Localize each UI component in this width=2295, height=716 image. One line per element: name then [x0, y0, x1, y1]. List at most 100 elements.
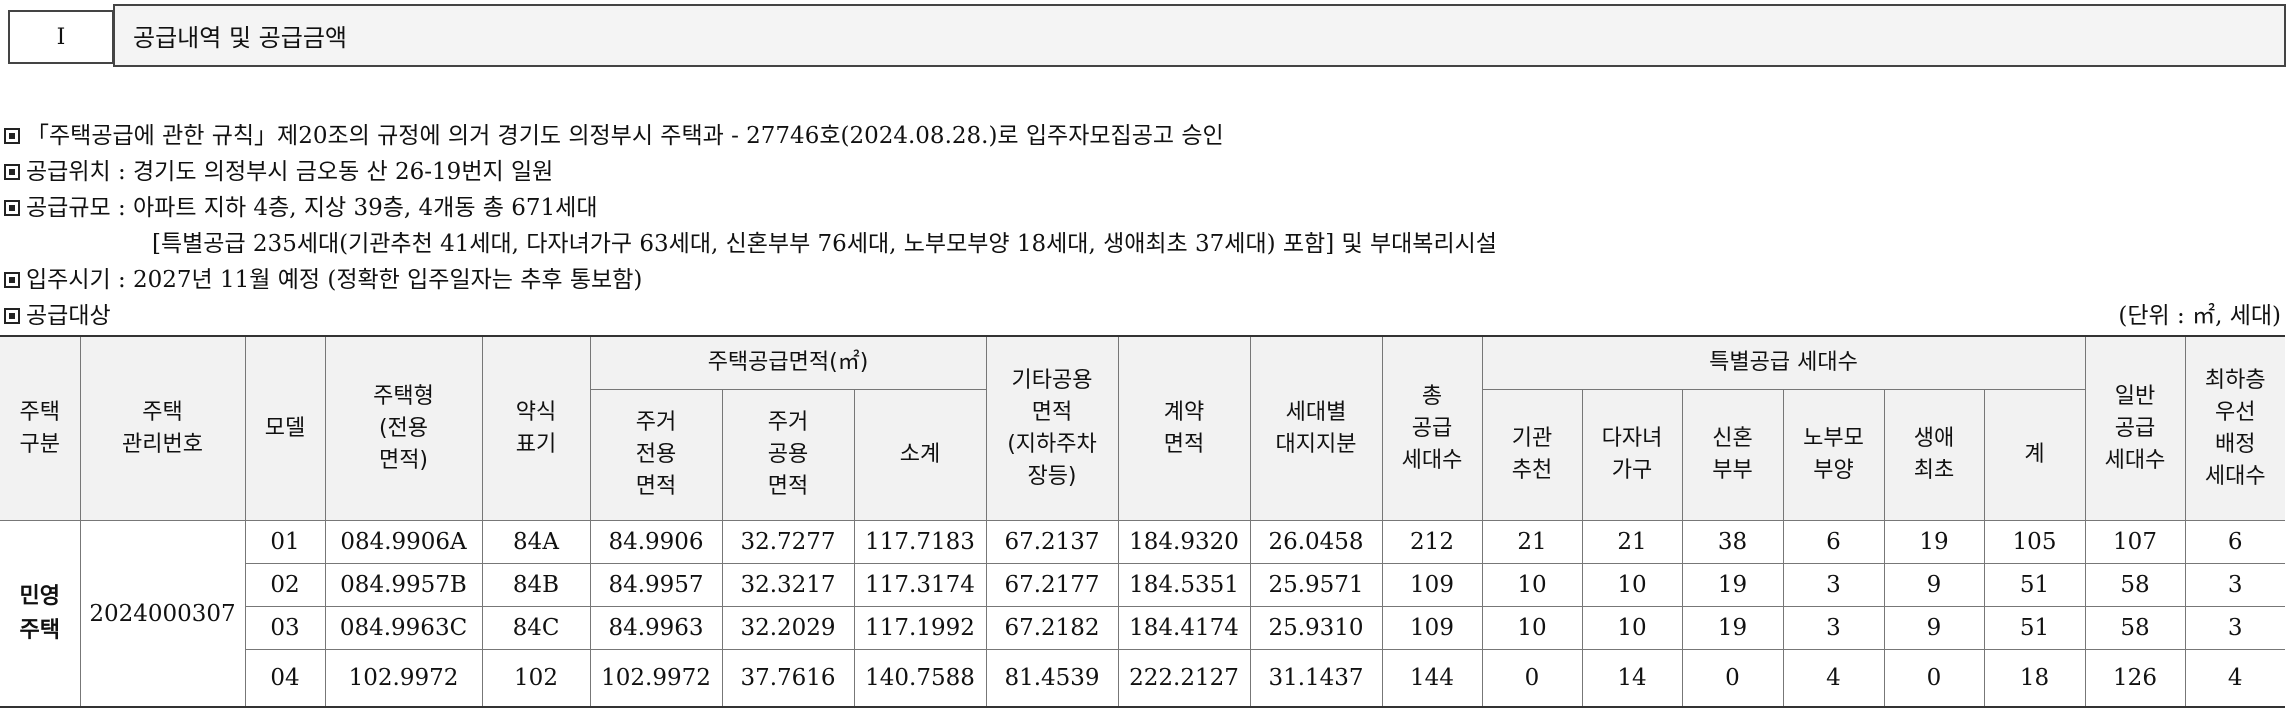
cell-general: 58: [2084, 563, 2186, 607]
cell-institution: 0: [1481, 649, 1583, 708]
cell-other-common: 81.4539: [985, 649, 1119, 708]
cell-model: 01: [244, 520, 326, 564]
cell-contract-area: 222.2127: [1117, 649, 1251, 708]
cell-common-area: 32.3217: [721, 563, 855, 607]
cell-newlywed: 38: [1681, 520, 1784, 564]
th-type: 주택 구분: [0, 335, 81, 521]
cell-special-total: 51: [1983, 606, 2086, 650]
info-line-scale: 공급규모 : 아파트 지하 4층, 지상 39층, 4개동 총 671세대: [0, 190, 2295, 226]
cell-housing-type: 084.9906A: [324, 520, 483, 564]
cell-land-share: 31.1437: [1249, 649, 1383, 708]
info-line-special-breakdown: [특별공급 235세대(기관추천 41세대, 다자녀가구 63세대, 신혼부부 …: [152, 231, 1497, 257]
cell-institution: 10: [1481, 606, 1583, 650]
mgmt-number-cell: 2024000307: [79, 520, 246, 708]
cell-land-share: 26.0458: [1249, 520, 1383, 564]
cell-total-units: 144: [1381, 649, 1483, 708]
square-bullet-icon: [4, 272, 20, 288]
cell-elderly: 6: [1782, 520, 1885, 564]
cell-newlywed: 19: [1681, 606, 1784, 650]
th-contract-area: 계약 면적: [1117, 335, 1251, 521]
th-multi-child: 다자녀 가구: [1581, 389, 1683, 521]
cell-excl-area: 84.9963: [589, 606, 723, 650]
unit-label: (단위 : ㎡, 세대): [2118, 303, 2281, 329]
cell-abbr: 84C: [481, 606, 591, 650]
cell-top-floor: 3: [2184, 606, 2285, 650]
cell-institution: 10: [1481, 563, 1583, 607]
cell-elderly: 3: [1782, 606, 1885, 650]
info-line-location: 공급위치 : 경기도 의정부시 금오동 산 26-19번지 일원: [0, 154, 2295, 190]
cell-top-floor: 4: [2184, 649, 2285, 708]
cell-subtotal: 140.7588: [853, 649, 987, 708]
table-row: 02 084.9957B 84B 84.9957 32.3217 117.3174 67.2…: [0, 563, 2285, 607]
table-row: 민영 주택 2024000307 01 084.9906A 84A 84.9906 32…: [0, 520, 2285, 708]
cell-subtotal: 117.7183: [853, 520, 987, 564]
square-bullet-icon: [4, 128, 20, 144]
cell-model: 04: [244, 649, 326, 708]
cell-total-units: 212: [1381, 520, 1483, 564]
cell-elderly: 3: [1782, 563, 1885, 607]
th-top-floor: 최하층 우선 배정 세대수: [2184, 335, 2285, 521]
cell-institution: 21: [1481, 520, 1583, 564]
th-model: 모델: [244, 335, 326, 521]
cell-multi-child: 10: [1581, 563, 1683, 607]
section-title: 공급내역 및 공급금액: [133, 24, 347, 52]
supply-table: 주택 구분 주택 관리번호 모델 주택형 (전용 면적) 약식 표기 주택공급면…: [0, 335, 2285, 708]
cell-other-common: 67.2182: [985, 606, 1119, 650]
cell-multi-child: 14: [1581, 649, 1683, 708]
cell-first-life: 0: [1883, 649, 1985, 708]
housing-category-cell: 민영 주택: [0, 520, 81, 708]
th-common-area: 주거 공용 면적: [721, 389, 855, 521]
info-line-target: 공급대상 (단위 : ㎡, 세대): [0, 298, 2295, 334]
cell-special-total: 105: [1983, 520, 2086, 564]
cell-common-area: 37.7616: [721, 649, 855, 708]
cell-excl-area: 102.9972: [589, 649, 723, 708]
cell-contract-area: 184.5351: [1117, 563, 1251, 607]
cell-abbr: 102: [481, 649, 591, 708]
cell-other-common: 67.2137: [985, 520, 1119, 564]
cell-multi-child: 21: [1581, 520, 1683, 564]
th-newlywed: 신혼 부부: [1681, 389, 1784, 521]
cell-subtotal: 117.3174: [853, 563, 987, 607]
th-special-total: 계: [1983, 389, 2086, 521]
cell-top-floor: 6: [2184, 520, 2285, 564]
th-other-common: 기타공용 면적 (지하주차 장등): [985, 335, 1119, 521]
cell-housing-type: 084.9957B: [324, 563, 483, 607]
cell-total-units: 109: [1381, 563, 1483, 607]
cell-excl-area: 84.9957: [589, 563, 723, 607]
square-bullet-icon: [4, 308, 20, 324]
cell-general: 126: [2084, 649, 2186, 708]
cell-other-common: 67.2177: [985, 563, 1119, 607]
th-excl-area: 주거 전용 면적: [589, 389, 723, 521]
cell-subtotal: 117.1992: [853, 606, 987, 650]
th-institution: 기관 추천: [1481, 389, 1583, 521]
notice-info: 「주택공급에 관한 규칙」제20조의 규정에 의거 경기도 의정부시 주택과 -…: [0, 118, 2295, 334]
th-elderly: 노부모 부양: [1782, 389, 1885, 521]
table-body: 민영 주택 2024000307 01 084.9906A 84A 84.9906 32…: [0, 520, 2285, 708]
cell-abbr: 84B: [481, 563, 591, 607]
cell-first-life: 9: [1883, 606, 1985, 650]
th-subtotal: 소계: [853, 389, 987, 521]
cell-first-life: 19: [1883, 520, 1985, 564]
cell-newlywed: 0: [1681, 649, 1784, 708]
info-line-move-in: 입주시기 : 2027년 11월 예정 (정확한 입주일자는 추후 통보함): [0, 262, 2295, 298]
cell-total-units: 109: [1381, 606, 1483, 650]
info-line-approval: 「주택공급에 관한 규칙」제20조의 규정에 의거 경기도 의정부시 주택과 -…: [0, 118, 2295, 154]
cell-land-share: 25.9310: [1249, 606, 1383, 650]
section-number-box: I: [8, 10, 114, 64]
cell-housing-type: 102.9972: [324, 649, 483, 708]
cell-top-floor: 3: [2184, 563, 2285, 607]
table-row: 03 084.9963C 84C 84.9963 32.2029 117.1992 67.2…: [0, 606, 2285, 650]
section-number: I: [56, 24, 66, 50]
cell-contract-area: 184.9320: [1117, 520, 1251, 564]
cell-elderly: 4: [1782, 649, 1885, 708]
cell-general: 107: [2084, 520, 2186, 564]
cell-contract-area: 184.4174: [1117, 606, 1251, 650]
square-bullet-icon: [4, 200, 20, 216]
section-title-box: 공급내역 및 공급금액: [113, 4, 2286, 67]
cell-abbr: 84A: [481, 520, 591, 564]
cell-multi-child: 10: [1581, 606, 1683, 650]
th-mgmt-no: 주택 관리번호: [79, 335, 246, 521]
th-housing-type: 주택형 (전용 면적): [324, 335, 483, 521]
th-supply-area: 주택공급면적(㎡): [589, 335, 987, 390]
th-land-share: 세대별 대지지분: [1249, 335, 1383, 521]
